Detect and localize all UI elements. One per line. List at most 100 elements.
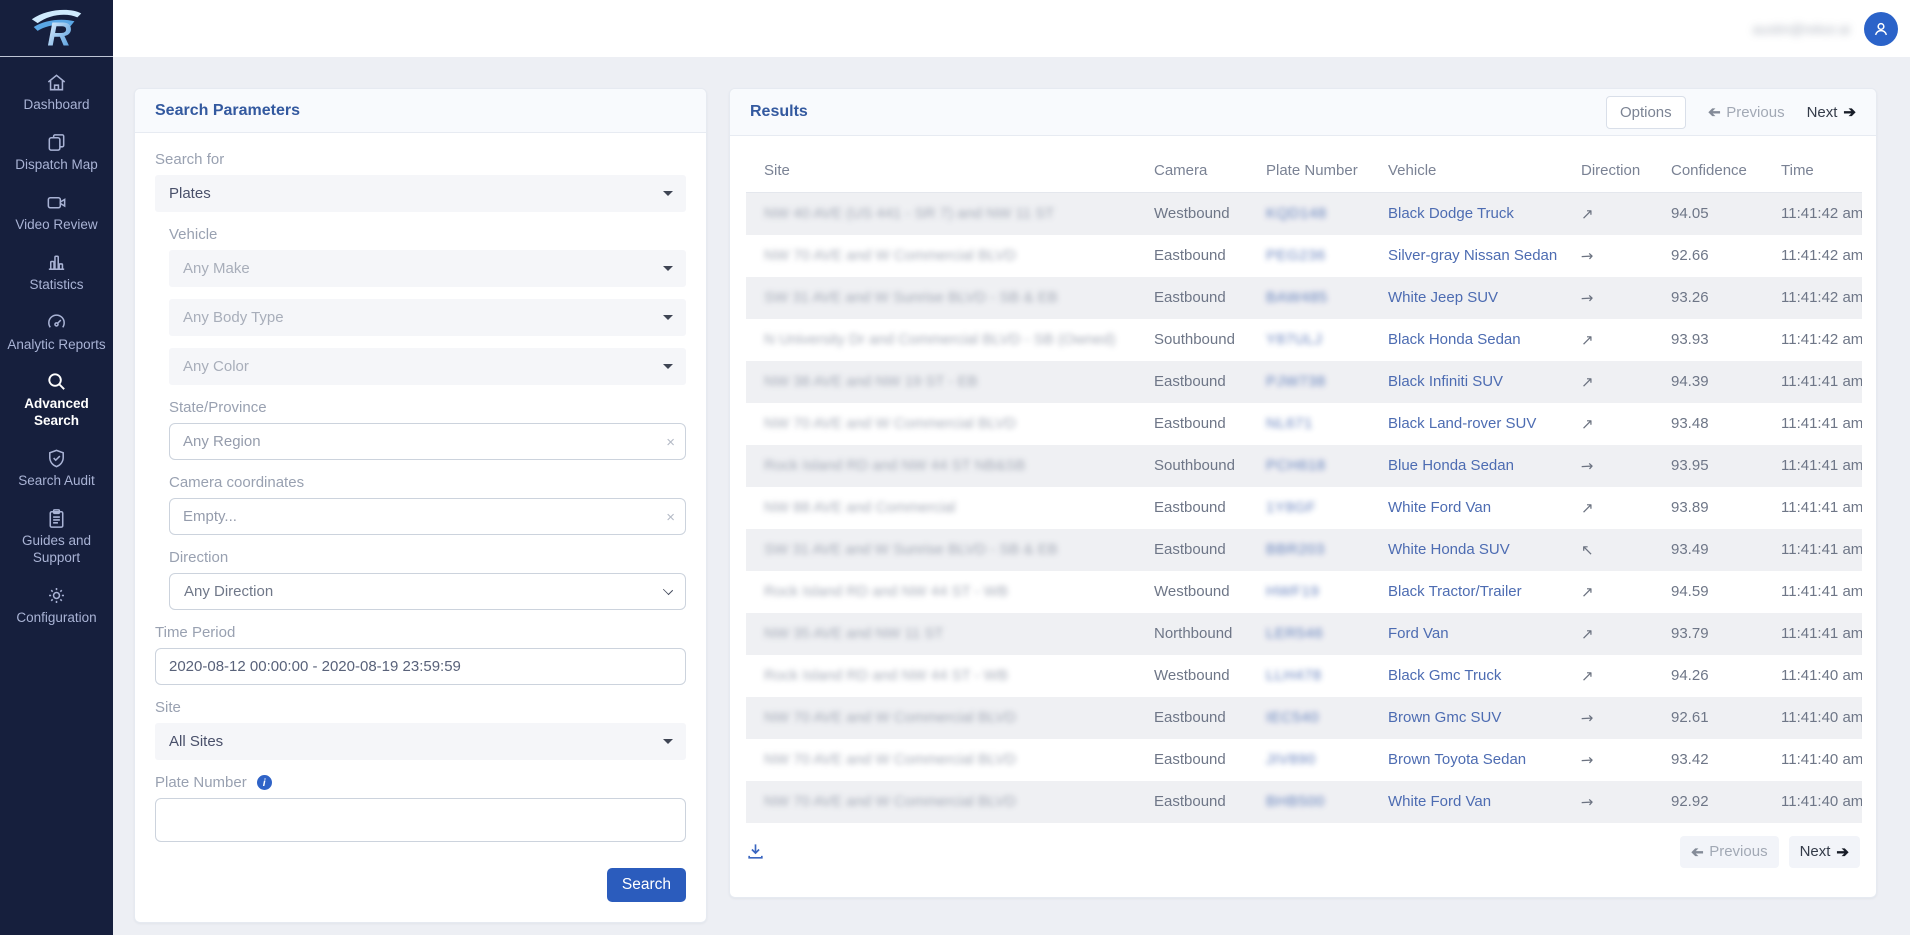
sidebar-item-label: Analytic Reports (7, 337, 105, 352)
vehicle-cell[interactable]: Blue Honda Sedan (1370, 445, 1563, 487)
sidebar-item-guides-support[interactable]: Guides and Support (0, 507, 113, 567)
topbar: austin@rekor.ai (113, 0, 1910, 57)
next-button-bottom[interactable]: Next ➔ (1789, 836, 1860, 868)
camera-cell: Southbound (1136, 319, 1248, 361)
confidence-cell: 93.42 (1653, 739, 1763, 781)
table-row[interactable]: NW 88 AVE and Commercial Eastbound 1Y8GF… (746, 487, 1862, 529)
sidebar-item-video-review[interactable]: Video Review (0, 191, 113, 234)
user-avatar[interactable] (1864, 12, 1898, 46)
camera-cell: Eastbound (1136, 739, 1248, 781)
download-icon[interactable] (746, 842, 765, 861)
column-header: Camera (1136, 152, 1248, 193)
direction-arrow-icon: ↗ (1581, 625, 1594, 643)
sidebar-item-dashboard[interactable]: Dashboard (0, 71, 113, 114)
sidebar-item-configuration[interactable]: Configuration (0, 584, 113, 627)
table-row[interactable]: SW 31 AVE and W Sunrise BLVD - SB & EB E… (746, 529, 1862, 571)
direction-arrow-icon: ↗ (1581, 205, 1594, 223)
sidebar-item-statistics[interactable]: Statistics (0, 251, 113, 294)
plate-cell[interactable]: JIV890 (1248, 739, 1370, 781)
table-row[interactable]: NW 70 AVE and W Commercial BLVD Eastboun… (746, 739, 1862, 781)
vehicle-cell[interactable]: Brown Toyota Sedan (1370, 739, 1563, 781)
vehicle-cell[interactable]: Black Dodge Truck (1370, 193, 1563, 235)
plate-cell[interactable]: PEG236 (1248, 235, 1370, 277)
search-parameters-header: Search Parameters (135, 89, 706, 133)
table-row[interactable]: NW 40 AVE (US 441 - SR 7) and NW 11 ST W… (746, 193, 1862, 235)
color-select[interactable]: Any Color (169, 348, 686, 385)
vehicle-cell[interactable]: Black Infiniti SUV (1370, 361, 1563, 403)
search-for-select[interactable]: Plates (155, 175, 686, 212)
vehicle-cell[interactable]: Black Honda Sedan (1370, 319, 1563, 361)
vehicle-cell[interactable]: White Ford Van (1370, 781, 1563, 823)
table-row[interactable]: Rock Island RD and NW 44 ST - WB Westbou… (746, 655, 1862, 697)
direction-select[interactable]: Any Direction (169, 573, 686, 610)
plate-cell[interactable]: 1Y8GF (1248, 487, 1370, 529)
plate-cell[interactable]: HWF19 (1248, 571, 1370, 613)
plate-cell[interactable]: KQD148 (1248, 193, 1370, 235)
plate-cell[interactable]: PJW738 (1248, 361, 1370, 403)
site-select[interactable]: All Sites (155, 723, 686, 760)
vehicle-cell[interactable]: Brown Gmc SUV (1370, 697, 1563, 739)
panel-title: Search Parameters (155, 102, 300, 120)
state-province-label: State/Province (169, 399, 686, 416)
vehicle-cell[interactable]: Black Gmc Truck (1370, 655, 1563, 697)
camera-coordinates-input[interactable] (170, 499, 685, 534)
sidebar-item-dispatch-map[interactable]: Dispatch Map (0, 131, 113, 174)
body-type-select[interactable]: Any Body Type (169, 299, 686, 336)
vehicle-cell[interactable]: Silver-gray Nissan Sedan (1370, 235, 1563, 277)
previous-button-bottom[interactable]: ➔ Previous (1680, 836, 1779, 868)
table-row[interactable]: NW 70 AVE and W Commercial BLVD Eastboun… (746, 403, 1862, 445)
table-row[interactable]: NW 70 AVE and W Commercial BLVD Eastboun… (746, 781, 1862, 823)
table-row[interactable]: Rock Island RD and NW 44 ST NB&SB Southb… (746, 445, 1862, 487)
vehicle-cell[interactable]: Black Tractor/Trailer (1370, 571, 1563, 613)
magnifier-icon (45, 370, 68, 393)
table-row[interactable]: NW 38 AVE and NW 19 ST - EB Eastbound PJ… (746, 361, 1862, 403)
sidebar-nav: Dashboard Dispatch Map Video Review Stat… (0, 57, 113, 644)
table-row[interactable]: NW 35 AVE and NW 11 ST Northbound LER546… (746, 613, 1862, 655)
time-cell: 11:41:41 am (1763, 529, 1862, 571)
plate-cell[interactable]: PCH618 (1248, 445, 1370, 487)
clear-icon[interactable]: × (666, 432, 675, 453)
time-period-input[interactable] (156, 649, 685, 684)
make-select[interactable]: Any Make (169, 250, 686, 287)
vehicle-cell[interactable]: White Jeep SUV (1370, 277, 1563, 319)
search-button[interactable]: Search (607, 868, 686, 902)
table-row[interactable]: NW 70 AVE and W Commercial BLVD Eastboun… (746, 697, 1862, 739)
plate-cell[interactable]: BHB500 (1248, 781, 1370, 823)
plate-cell[interactable]: LLH478 (1248, 655, 1370, 697)
plate-cell[interactable]: LER546 (1248, 613, 1370, 655)
sidebar-item-search-audit[interactable]: Search Audit (0, 447, 113, 490)
vehicle-cell[interactable]: White Honda SUV (1370, 529, 1563, 571)
sidebar-item-advanced-search[interactable]: Advanced Search (0, 370, 113, 430)
confidence-cell: 93.48 (1653, 403, 1763, 445)
plate-number-input[interactable] (156, 799, 685, 841)
table-row[interactable]: NW 70 AVE and W Commercial BLVD Eastboun… (746, 235, 1862, 277)
vehicle-cell[interactable]: Black Land-rover SUV (1370, 403, 1563, 445)
plate-cell[interactable]: IEC540 (1248, 697, 1370, 739)
plate-cell[interactable]: Y87ULJ (1248, 319, 1370, 361)
time-cell: 11:41:40 am (1763, 781, 1862, 823)
results-table: SiteCameraPlate NumberVehicleDirectionCo… (746, 152, 1862, 823)
time-cell: 11:41:41 am (1763, 571, 1862, 613)
vehicle-cell[interactable]: Ford Van (1370, 613, 1563, 655)
plate-cell[interactable]: BAW485 (1248, 277, 1370, 319)
info-icon[interactable]: i (257, 775, 272, 790)
camera-cell: Eastbound (1136, 403, 1248, 445)
plate-cell[interactable]: NL671 (1248, 403, 1370, 445)
column-header: Time (1763, 152, 1862, 193)
site-cell: NW 70 AVE and W Commercial BLVD (746, 235, 1136, 277)
table-row[interactable]: Rock Island RD and NW 44 ST - WB Westbou… (746, 571, 1862, 613)
vehicle-cell[interactable]: White Ford Van (1370, 487, 1563, 529)
options-button[interactable]: Options (1606, 96, 1686, 129)
direction-arrow-icon: ↗ (1581, 583, 1594, 601)
sidebar-item-analytic-reports[interactable]: Analytic Reports (0, 311, 113, 354)
direction-cell: ↗ (1563, 319, 1653, 361)
next-button[interactable]: Next ➔ (1807, 103, 1856, 121)
state-province-input[interactable] (170, 424, 685, 459)
arrow-left-icon: ➔ (1691, 843, 1704, 861)
previous-button[interactable]: ➔ Previous (1708, 103, 1785, 121)
clear-icon[interactable]: × (666, 507, 675, 528)
app-logo[interactable]: R (0, 0, 113, 57)
table-row[interactable]: SW 31 AVE and W Sunrise BLVD - SB & EB E… (746, 277, 1862, 319)
plate-cell[interactable]: BBR203 (1248, 529, 1370, 571)
table-row[interactable]: N University Dr and Commercial BLVD - SB… (746, 319, 1862, 361)
